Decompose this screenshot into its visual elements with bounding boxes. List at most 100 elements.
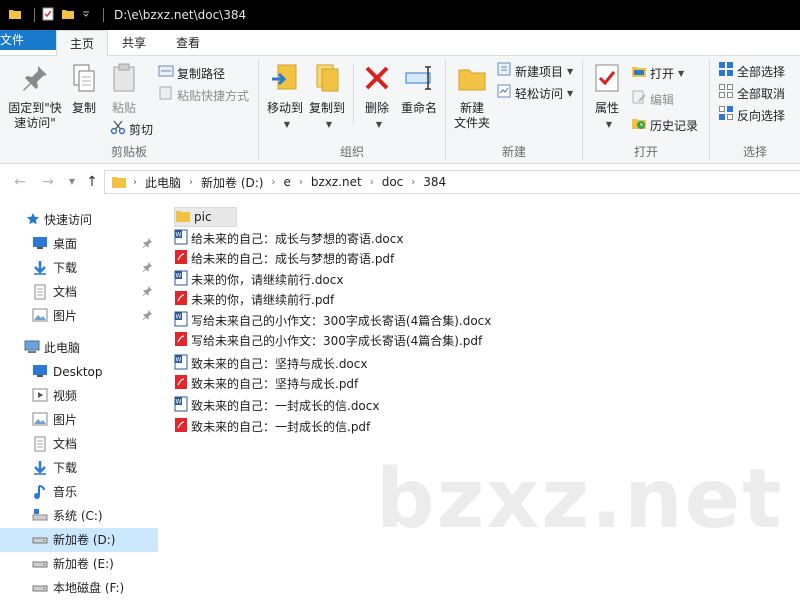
breadcrumb-arrow-icon[interactable]: › xyxy=(189,177,193,188)
breadcrumb-drive-d[interactable]: 新加卷 (D:) xyxy=(201,174,263,191)
nav-documents[interactable]: 文档 xyxy=(0,432,158,456)
easy-access-button[interactable]: 轻松访问 ▼ xyxy=(496,84,573,104)
history-icon xyxy=(631,115,647,137)
new-folder-quick-icon[interactable] xyxy=(61,7,75,24)
breadcrumb-384[interactable]: 384 xyxy=(423,175,446,189)
nav-label: 系统 (C:) xyxy=(53,509,103,523)
desktop-icon xyxy=(32,364,48,381)
list-item-file[interactable]: 未来的你，请继续前行.pdf xyxy=(174,289,334,309)
paste-icon xyxy=(106,62,142,98)
history-button[interactable]: 历史记录 xyxy=(631,116,698,136)
nav-desktop-quick[interactable]: 桌面 xyxy=(0,232,158,256)
edit-label: 编辑 xyxy=(650,93,675,107)
ribbon: 固定到"快 速访问" 复制 粘贴 复制路径 粘贴快捷方式 剪切 剪贴板 移动到 … xyxy=(0,56,800,164)
pin-icon[interactable] xyxy=(142,261,152,275)
breadcrumb-arrow-icon[interactable]: › xyxy=(271,177,275,188)
list-item-file[interactable]: W 未来的你，请继续前行.docx xyxy=(174,269,343,289)
file-name: 致未来的自己：坚持与成长.pdf xyxy=(191,376,359,391)
properties-button[interactable]: 属性 ▼ xyxy=(589,62,625,132)
drive-icon xyxy=(32,580,48,597)
list-item-file[interactable]: W 致未来的自己：一封成长的信.docx xyxy=(174,395,379,415)
edit-button[interactable]: 编辑 xyxy=(631,90,674,110)
nav-this-pc[interactable]: 此电脑 xyxy=(0,336,158,360)
nav-documents-quick[interactable]: 文档 xyxy=(0,280,158,304)
rename-button[interactable]: 重命名 xyxy=(397,62,441,116)
select-all-icon xyxy=(718,61,734,83)
rename-icon xyxy=(397,62,441,98)
new-item-button[interactable]: 新建项目 ▼ xyxy=(496,62,573,82)
delete-button[interactable]: 删除 ▼ xyxy=(359,62,395,132)
properties-quick-icon[interactable] xyxy=(41,7,55,24)
list-item-file[interactable]: W 致未来的自己：坚持与成长.docx xyxy=(174,353,367,373)
pin-icon[interactable] xyxy=(142,237,152,251)
nav-pictures-quick[interactable]: 图片 xyxy=(0,304,158,328)
list-item-file[interactable]: 致未来的自己：坚持与成长.pdf xyxy=(174,373,358,393)
list-item-file[interactable]: W 给未来的自己：成长与梦想的寄语.docx xyxy=(174,228,403,248)
copy-button[interactable]: 复制 xyxy=(66,62,102,116)
file-name: 写给未来自己的小作文：300字成长寄语(4篇合集).docx xyxy=(191,313,492,328)
address-bar[interactable]: › 此电脑 › 新加卷 (D:) › e › bzxz.net › doc › … xyxy=(104,170,800,194)
nav-downloads[interactable]: 下载 xyxy=(0,456,158,480)
customize-quick-access-icon[interactable] xyxy=(81,8,91,22)
nav-label: Desktop xyxy=(53,365,103,379)
copy-path-icon xyxy=(158,64,174,84)
breadcrumb-bzxz[interactable]: bzxz.net xyxy=(311,175,362,189)
nav-label: 文档 xyxy=(53,437,78,451)
breadcrumb-this-pc[interactable]: 此电脑 xyxy=(145,174,181,191)
new-item-caret: ▼ xyxy=(567,67,574,76)
pin-icon[interactable] xyxy=(142,285,152,299)
new-folder-button[interactable]: 新建 文件夹 xyxy=(450,62,494,131)
list-item-file[interactable]: 致未来的自己：一封成长的信.pdf xyxy=(174,416,370,436)
breadcrumb-arrow-icon[interactable]: › xyxy=(370,177,374,188)
pin-icon[interactable] xyxy=(142,309,152,323)
paste-shortcut-button[interactable]: 粘贴快捷方式 xyxy=(158,86,249,106)
nav-drive-e[interactable]: 新加卷 (E:) xyxy=(0,552,158,576)
cut-button[interactable]: 剪切 xyxy=(110,120,153,140)
nav-label: 文档 xyxy=(53,285,78,299)
tab-file[interactable]: 文件 xyxy=(0,30,56,50)
nav-drive-c[interactable]: 系统 (C:) xyxy=(0,504,158,528)
move-to-button[interactable]: 移动到 ▼ xyxy=(265,62,305,132)
window-title: D:\e\bzxz.net\doc\384 xyxy=(114,8,247,22)
nav-drive-d[interactable]: 新加卷 (D:) xyxy=(0,528,158,552)
paste-button[interactable]: 粘贴 xyxy=(106,62,142,116)
folder-icon xyxy=(175,209,191,226)
breadcrumb-arrow-icon[interactable]: › xyxy=(299,177,303,188)
nav-music[interactable]: 音乐 xyxy=(0,480,158,504)
select-none-button[interactable]: 全部取消 xyxy=(718,84,785,104)
up-button[interactable]: ↑ xyxy=(82,172,102,192)
invert-selection-button[interactable]: 反向选择 xyxy=(718,106,785,126)
tab-view[interactable]: 查看 xyxy=(160,30,216,56)
back-button[interactable]: ← xyxy=(10,172,30,192)
list-item-file[interactable]: 写给未来自己的小作文：300字成长寄语(4篇合集).pdf xyxy=(174,330,482,350)
ribbon-tabs: 文件 主页 共享 查看 xyxy=(0,30,800,57)
forward-arrow-icon: → xyxy=(42,174,54,190)
nav-quick-access[interactable]: 快速访问 xyxy=(0,208,158,232)
copy-path-button[interactable]: 复制路径 xyxy=(158,64,225,84)
nav-pictures[interactable]: 图片 xyxy=(0,408,158,432)
select-all-button[interactable]: 全部选择 xyxy=(718,62,785,82)
list-item-file[interactable]: 给未来的自己：成长与梦想的寄语.pdf xyxy=(174,248,394,268)
pin-to-quick-access-button[interactable]: 固定到"快 速访问" xyxy=(4,62,66,131)
nav-videos[interactable]: 视频 xyxy=(0,384,158,408)
paste-shortcut-icon xyxy=(158,86,174,106)
breadcrumb-e[interactable]: e xyxy=(283,175,290,189)
clipboard-group-label: 剪贴板 xyxy=(110,145,147,159)
copy-to-button[interactable]: 复制到 ▼ xyxy=(307,62,347,132)
nav-downloads-quick[interactable]: 下载 xyxy=(0,256,158,280)
nav-desktop[interactable]: Desktop xyxy=(0,360,158,384)
recent-locations-button[interactable]: ▼ xyxy=(62,172,82,192)
edit-icon xyxy=(631,89,647,111)
tab-home[interactable]: 主页 xyxy=(56,30,108,57)
open-button[interactable]: 打开 ▼ xyxy=(631,64,684,84)
tab-share[interactable]: 共享 xyxy=(108,30,160,56)
nav-drive-f[interactable]: 本地磁盘 (F:) xyxy=(0,576,158,600)
breadcrumb-doc[interactable]: doc xyxy=(382,175,404,189)
breadcrumb-arrow-icon[interactable]: › xyxy=(133,177,137,188)
button-divider xyxy=(353,64,354,124)
list-item-file[interactable]: W 写给未来自己的小作文：300字成长寄语(4篇合集).docx xyxy=(174,310,491,330)
forward-button[interactable]: → xyxy=(38,172,58,192)
word-document-icon: W xyxy=(174,229,188,248)
breadcrumb-arrow-icon[interactable]: › xyxy=(411,177,415,188)
list-item-folder[interactable]: pic xyxy=(174,207,237,227)
